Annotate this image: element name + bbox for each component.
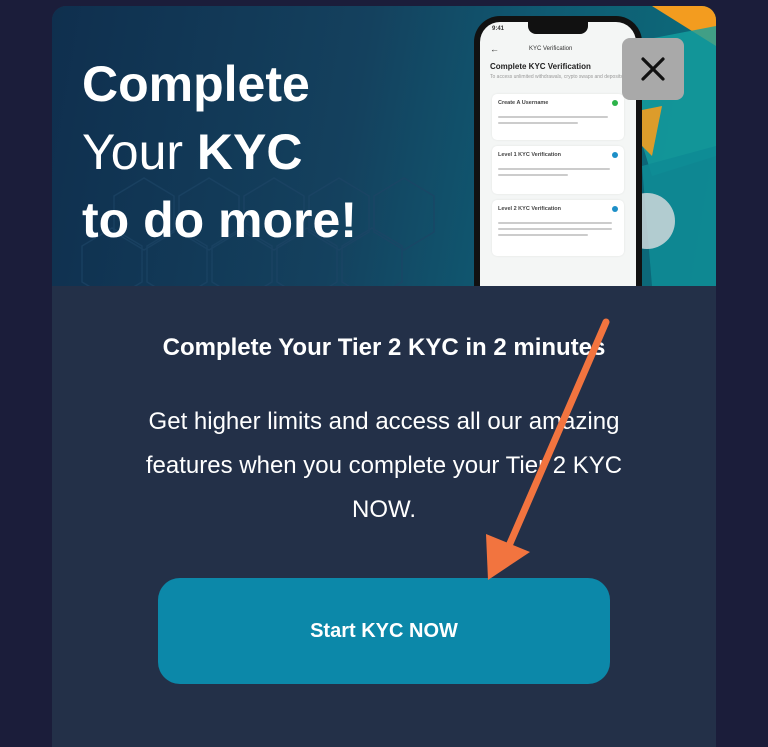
phone-screen: 9:41 ← KYC Verification Complete KYC Ver… bbox=[480, 22, 636, 286]
headline-line-1: Complete bbox=[82, 56, 310, 112]
close-icon bbox=[641, 57, 665, 81]
status-dot-icon bbox=[612, 100, 618, 106]
phone-subtitle: To access unlimited withdrawals, crypto … bbox=[490, 74, 623, 80]
phone-mockup: 9:41 ← KYC Verification Complete KYC Ver… bbox=[474, 16, 642, 286]
phone-card-title: Level 2 KYC Verification bbox=[498, 206, 561, 212]
text-placeholder bbox=[498, 168, 610, 170]
text-placeholder bbox=[498, 222, 612, 224]
text-placeholder bbox=[498, 228, 612, 230]
close-button[interactable] bbox=[622, 38, 684, 100]
text-placeholder bbox=[498, 122, 578, 124]
promo-banner: Complete Your KYC to do more! 9:41 ← KYC… bbox=[52, 6, 716, 286]
description-line-3: NOW. bbox=[352, 496, 416, 523]
start-kyc-button[interactable]: Start KYC NOW bbox=[158, 578, 610, 684]
phone-card-level1: Level 1 KYC Verification bbox=[492, 146, 624, 194]
phone-nav: ← KYC Verification bbox=[490, 44, 626, 54]
headline-line-2-part-a: Your bbox=[82, 124, 197, 180]
headline-line-2: Your KYC bbox=[82, 118, 357, 186]
modal-description: Get higher limits and access all our ama… bbox=[112, 400, 656, 532]
text-placeholder bbox=[498, 116, 608, 118]
phone-nav-title: KYC Verification bbox=[529, 46, 573, 52]
description-line-2: features when you complete your Tier 2 K… bbox=[145, 452, 623, 479]
headline-line-2-part-b: KYC bbox=[196, 124, 303, 180]
phone-notch bbox=[528, 22, 588, 34]
kyc-modal: Complete Your KYC to do more! 9:41 ← KYC… bbox=[52, 6, 716, 747]
phone-card-title: Create A Username bbox=[498, 100, 549, 106]
phone-card-level2: Level 2 KYC Verification bbox=[492, 200, 624, 256]
phone-card-username: Create A Username bbox=[492, 94, 624, 140]
banner-headline: Complete Your KYC to do more! bbox=[82, 50, 357, 254]
phone-card-title: Level 1 KYC Verification bbox=[498, 152, 561, 158]
status-dot-icon bbox=[612, 152, 618, 158]
status-dot-icon bbox=[612, 206, 618, 212]
phone-heading: Complete KYC Verification bbox=[490, 62, 591, 71]
text-placeholder bbox=[498, 174, 568, 176]
phone-time: 9:41 bbox=[492, 26, 505, 32]
text-placeholder bbox=[498, 234, 588, 236]
headline-line-3: to do more! bbox=[82, 192, 357, 248]
description-line-1: Get higher limits and access all our ama… bbox=[148, 408, 620, 435]
back-arrow-icon: ← bbox=[490, 44, 499, 54]
modal-title: Complete Your Tier 2 KYC in 2 minutes bbox=[162, 334, 606, 361]
